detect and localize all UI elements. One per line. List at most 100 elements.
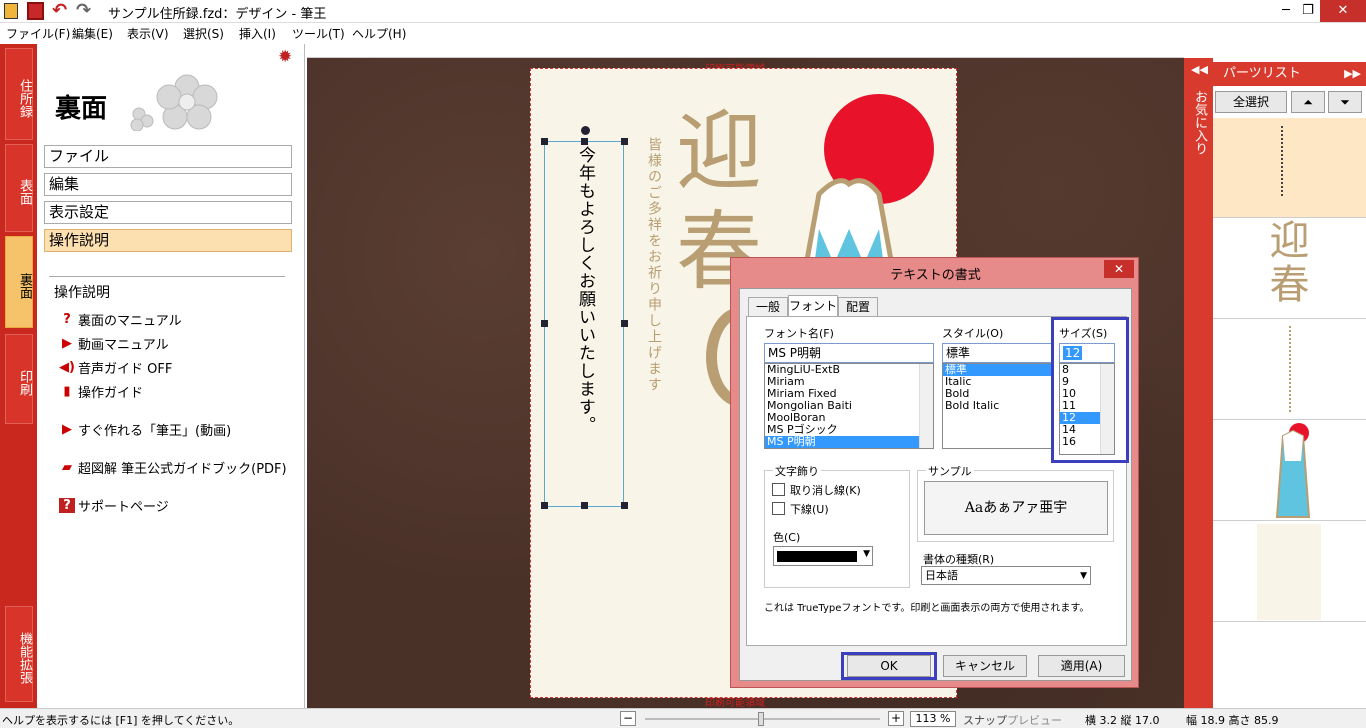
apply-button[interactable]: 適用(A) bbox=[1038, 655, 1125, 677]
select-all-button[interactable]: 全選択 bbox=[1215, 91, 1287, 113]
resize-handle[interactable] bbox=[541, 320, 548, 327]
menu-file[interactable]: ファイル(F) bbox=[6, 25, 70, 42]
resize-handle[interactable] bbox=[621, 138, 628, 145]
font-name-input[interactable]: MS P明朝 bbox=[764, 343, 934, 363]
move-down-button[interactable]: ⏷ bbox=[1328, 91, 1362, 113]
help-item-operation-guide[interactable]: ▮ 操作ガイド bbox=[59, 382, 143, 401]
resize-handle[interactable] bbox=[541, 502, 548, 509]
tab-front[interactable]: 表面 bbox=[5, 144, 33, 232]
selected-text: 今年もよろしくお願いいたします。 bbox=[575, 146, 595, 434]
resize-handle[interactable] bbox=[541, 138, 548, 145]
greeting-thumb bbox=[1289, 326, 1293, 412]
zoom-out-button[interactable]: − bbox=[620, 711, 636, 726]
menu-view[interactable]: 表示(V) bbox=[127, 25, 169, 42]
menu-edit[interactable]: 編集(E) bbox=[72, 25, 113, 42]
script-select[interactable]: 日本語 ▼ bbox=[921, 566, 1091, 585]
resize-handle[interactable] bbox=[621, 502, 628, 509]
selected-text-box[interactable]: 今年もよろしくお願いいたします。 bbox=[541, 126, 628, 509]
parts-thumb-1[interactable] bbox=[1213, 118, 1366, 218]
menu-tools[interactable]: ツール(T) bbox=[292, 25, 345, 42]
underline-checkbox[interactable] bbox=[772, 502, 785, 515]
tab-extensions[interactable]: 機能拡張 bbox=[5, 606, 33, 702]
help-item-quick-video[interactable]: ▶ すぐ作れる「筆王」(動画) bbox=[59, 420, 231, 439]
style-option[interactable]: Bold Italic bbox=[943, 400, 1051, 412]
window-title: サンプル住所録.fzd：デザイン - 筆王 bbox=[108, 7, 327, 22]
parts-thumb-5[interactable] bbox=[1213, 522, 1366, 622]
font-name-label: フォント名(F) bbox=[764, 327, 834, 340]
menu-box-file[interactable]: ファイル bbox=[44, 145, 292, 168]
menu-insert[interactable]: 挿入(I) bbox=[239, 25, 276, 42]
resize-handle[interactable] bbox=[621, 320, 628, 327]
divider bbox=[49, 276, 285, 277]
collapse-left-icon[interactable]: ◀◀ bbox=[1191, 63, 1208, 76]
save-icon[interactable] bbox=[27, 2, 44, 20]
background-thumb bbox=[1257, 524, 1321, 620]
close-button[interactable]: ✕ bbox=[1320, 0, 1366, 22]
help-item-support[interactable]: ? サポートページ bbox=[59, 496, 169, 515]
menu-box-display[interactable]: 表示設定 bbox=[44, 201, 292, 224]
tab-font[interactable]: フォント bbox=[788, 295, 838, 317]
question-icon: ? bbox=[63, 312, 71, 327]
zoom-level[interactable]: 113 % bbox=[910, 711, 956, 727]
big-character-1: 迎 bbox=[676, 102, 762, 202]
undo-icon[interactable]: ↶ bbox=[52, 0, 67, 21]
rotate-handle[interactable] bbox=[581, 126, 590, 135]
style-input[interactable]: 標準 bbox=[942, 343, 1052, 363]
tab-back[interactable]: 裏面 bbox=[5, 236, 33, 328]
help-heading: 操作説明 bbox=[54, 285, 110, 301]
parts-thumb-2[interactable]: 迎春 bbox=[1213, 219, 1366, 319]
help-item-video-manual[interactable]: ▶ 動画マニュアル bbox=[59, 334, 169, 353]
cancel-button[interactable]: キャンセル bbox=[943, 655, 1027, 677]
resize-handle[interactable] bbox=[581, 502, 588, 509]
zoom-slider-thumb[interactable] bbox=[758, 712, 764, 726]
dialog-close-button[interactable]: ✕ bbox=[1104, 260, 1134, 278]
color-picker[interactable]: ▼ bbox=[773, 546, 873, 566]
tab-layout[interactable]: 配置 bbox=[838, 297, 878, 317]
decoration-group: 文字飾り 取り消し線(K) 下線(U) 色(C) ▼ bbox=[764, 463, 910, 588]
menu-box-instructions[interactable]: 操作説明 bbox=[44, 229, 292, 252]
size-list[interactable]: 8 9 10 11 12 14 16 bbox=[1059, 363, 1115, 455]
menu-box-edit[interactable]: 編集 bbox=[44, 173, 292, 196]
help-item-back-manual[interactable]: ? 裏面のマニュアル bbox=[59, 310, 181, 329]
menu-select[interactable]: 選択(S) bbox=[183, 25, 224, 42]
zoom-in-button[interactable]: + bbox=[888, 711, 904, 726]
strike-checkbox[interactable] bbox=[772, 483, 785, 496]
tab-address-book[interactable]: 住所録 bbox=[5, 48, 33, 140]
strike-label: 取り消し線(K) bbox=[790, 484, 861, 497]
script-label: 書体の種類(R) bbox=[923, 553, 995, 566]
book-icon: ▮ bbox=[63, 384, 71, 399]
parts-list-header: パーツリスト ▶▶ bbox=[1213, 62, 1366, 86]
preview-toggle[interactable]: プレビュー bbox=[1007, 712, 1062, 728]
move-up-button[interactable]: ⏶ bbox=[1291, 91, 1325, 113]
tab-general[interactable]: 一般 bbox=[748, 297, 788, 317]
play-icon: ▶ bbox=[62, 422, 72, 437]
sample-group: サンプル Aaあぁアァ亜宇 bbox=[917, 463, 1114, 542]
expand-right-icon[interactable]: ▶▶ bbox=[1344, 62, 1361, 86]
size-list-scrollbar[interactable] bbox=[1100, 364, 1114, 454]
parts-thumb-3[interactable] bbox=[1213, 320, 1366, 420]
help-item-guidebook[interactable]: ▰ 超図解 筆王公式ガイドブック(PDF) bbox=[59, 458, 287, 477]
favorites-strip[interactable]: ◀◀ お気に入り bbox=[1184, 58, 1213, 708]
dialog-body: 一般 フォント 配置 フォント名(F) MS P明朝 MingLiU-ExtB … bbox=[739, 288, 1132, 681]
menu-help[interactable]: ヘルプ(H) bbox=[352, 25, 406, 42]
mode-tabs: 住所録 表面 裏面 印刷 機能拡張 bbox=[0, 44, 37, 708]
app-icon[interactable] bbox=[4, 3, 18, 19]
help-item-voice-guide[interactable]: ◀) 音声ガイド OFF bbox=[59, 358, 172, 377]
resize-handle[interactable] bbox=[581, 138, 588, 145]
parts-thumb-4[interactable] bbox=[1213, 421, 1366, 521]
text-thumb bbox=[1281, 126, 1293, 196]
favorites-label[interactable]: お気に入り bbox=[1190, 90, 1209, 155]
snap-toggle[interactable]: スナップ bbox=[963, 712, 1007, 728]
font-option-selected[interactable]: MS P明朝 bbox=[765, 436, 933, 448]
style-list[interactable]: 標準 Italic Bold Bold Italic bbox=[942, 363, 1052, 449]
size-input[interactable]: 12 bbox=[1059, 343, 1115, 363]
ok-button[interactable]: OK bbox=[847, 655, 931, 677]
font-tab-panel: フォント名(F) MS P明朝 MingLiU-ExtB Miriam Miri… bbox=[746, 316, 1129, 646]
font-list-scrollbar[interactable] bbox=[919, 364, 933, 448]
font-name-list[interactable]: MingLiU-ExtB Miriam Miriam Fixed Mongoli… bbox=[764, 363, 934, 449]
tab-print[interactable]: 印刷 bbox=[5, 334, 33, 424]
fuji-thumb bbox=[1275, 423, 1311, 518]
redo-icon[interactable]: ↷ bbox=[76, 0, 91, 21]
gear-icon[interactable]: ✹ bbox=[278, 47, 292, 67]
ruler bbox=[307, 44, 1184, 58]
